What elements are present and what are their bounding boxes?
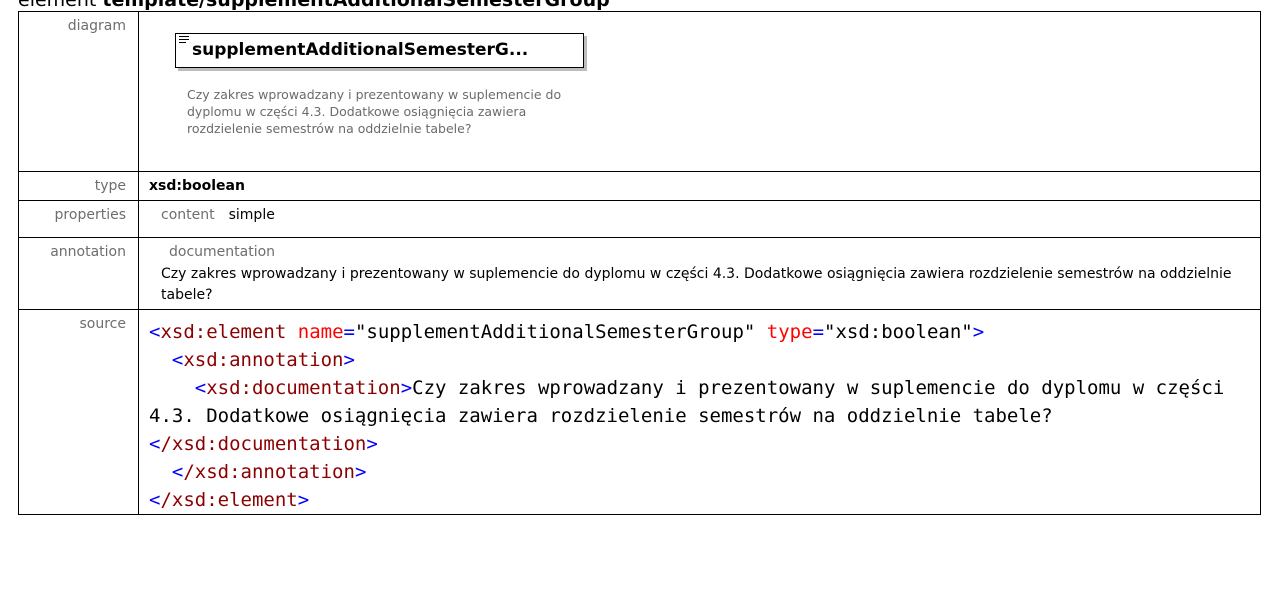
- property-value: simple: [228, 207, 275, 223]
- property-key: content: [161, 207, 215, 223]
- annotation-key: documentation: [169, 244, 276, 260]
- type-value: xsd:boolean: [149, 178, 245, 194]
- type-label: type: [18, 171, 139, 201]
- type-row: type xsd:boolean: [18, 171, 1261, 201]
- diagram-element-box[interactable]: supplementAdditionalSemesterG...: [175, 33, 584, 68]
- annotation-label: annotation: [18, 237, 139, 310]
- documentation-lines-icon: [179, 36, 189, 44]
- source-label: source: [18, 309, 139, 515]
- diagram-label: diagram: [18, 11, 139, 172]
- src-element-tag: xsd:element: [160, 321, 287, 343]
- diagram-element-name: supplementAdditionalSemesterG...: [192, 40, 529, 60]
- src-close-annotation: /xsd:annotation: [183, 461, 355, 483]
- annotation-row: annotation documentation Czy zakres wpro…: [18, 237, 1261, 310]
- properties-label: properties: [18, 200, 139, 238]
- src-attr-name: name: [297, 321, 344, 343]
- src-attr-type: type: [766, 321, 813, 343]
- src-attr-type-value: "xsd:boolean": [824, 321, 973, 343]
- page-heading: element template/supplementAdditionalSem…: [18, 0, 610, 11]
- annotation-text: Czy zakres wprowadzany i prezentowany w …: [161, 266, 1232, 303]
- source-row: source <xsd:element name="supplementAddi…: [18, 309, 1261, 515]
- heading-element-name: template/supplementAdditionalSemesterGro…: [102, 0, 610, 11]
- diagram-documentation: Czy zakres wprowadzany i prezentowany w …: [187, 87, 562, 136]
- src-close-element: /xsd:element: [160, 489, 298, 511]
- properties-row: properties content simple: [18, 200, 1261, 238]
- source-code: <xsd:element name="supplementAdditionalS…: [149, 321, 1236, 511]
- heading-prefix: element: [18, 0, 103, 11]
- src-annotation-tag: xsd:annotation: [183, 349, 344, 371]
- src-documentation-tag: xsd:documentation: [206, 377, 401, 399]
- src-attr-name-value: "supplementAdditionalSemesterGroup": [354, 321, 756, 343]
- src-close-documentation: /xsd:documentation: [160, 433, 367, 455]
